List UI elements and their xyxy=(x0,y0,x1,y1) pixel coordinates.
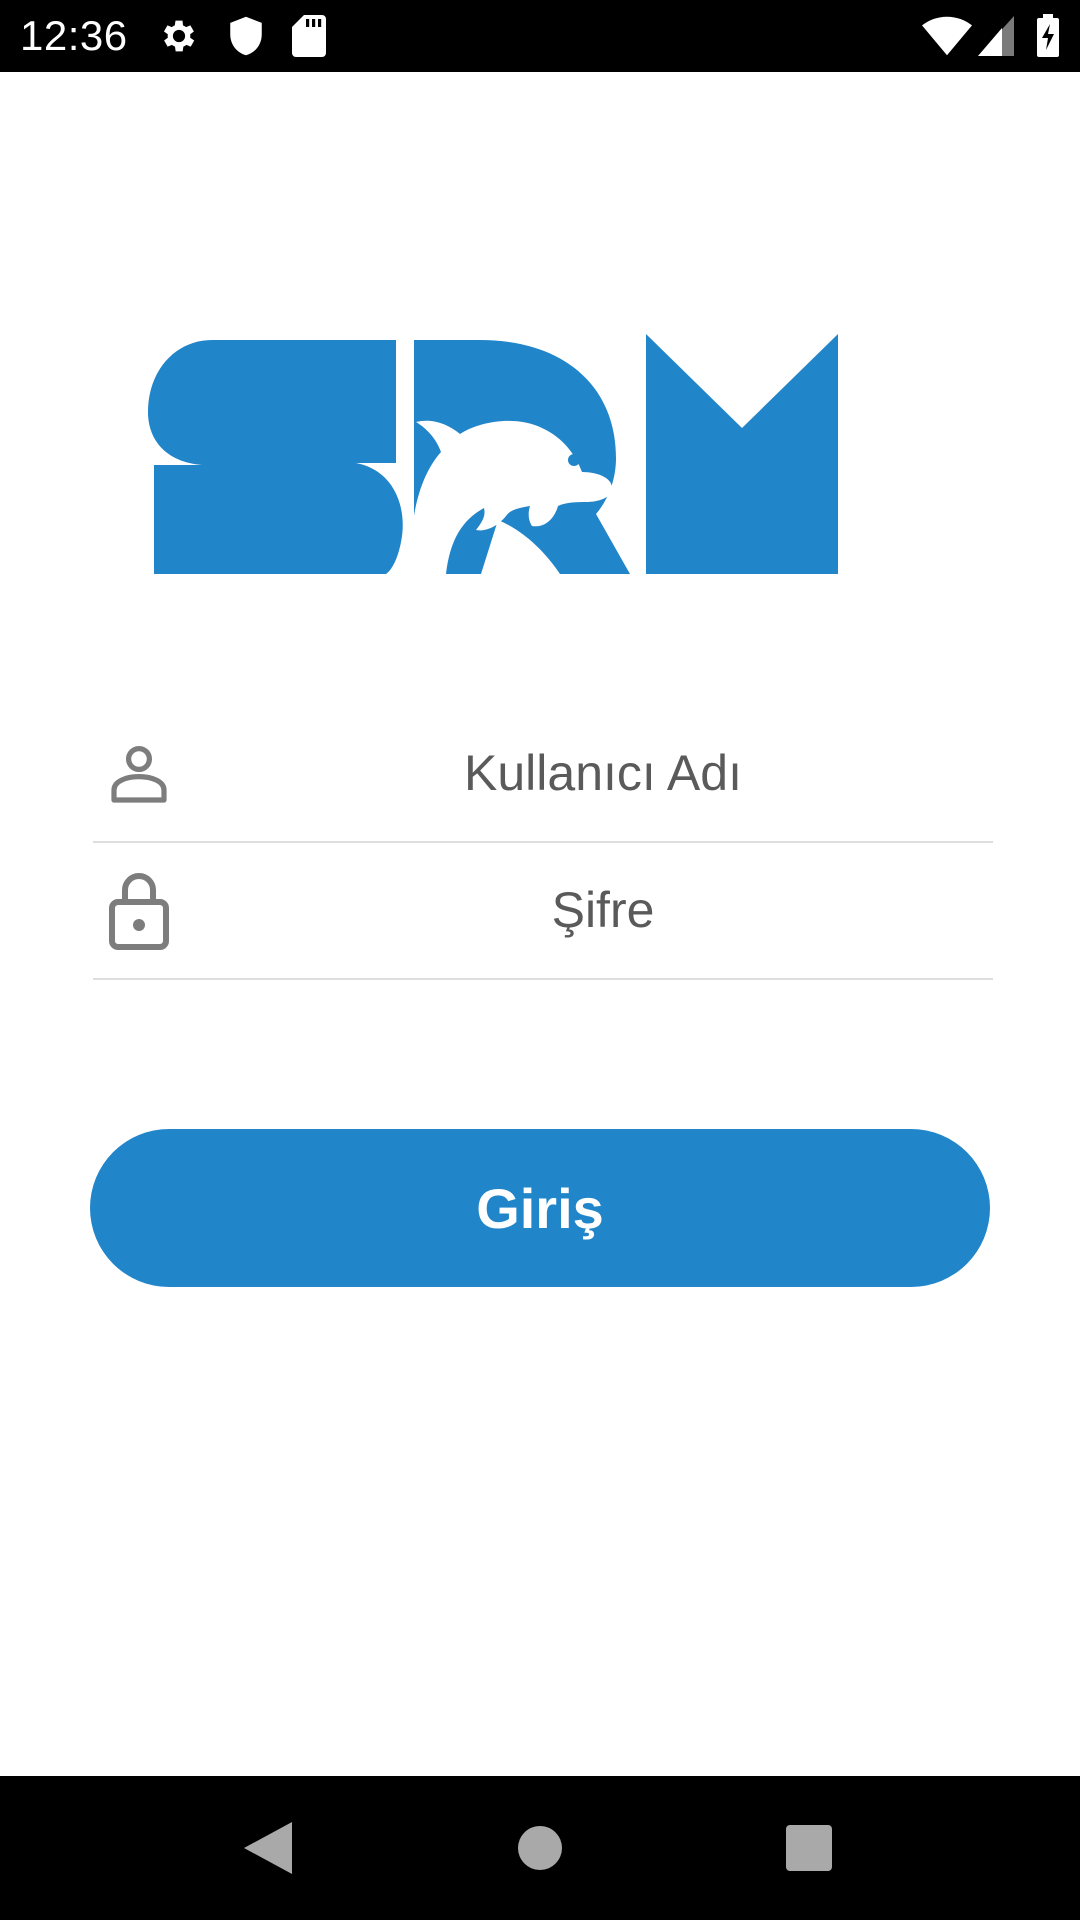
recents-icon[interactable] xyxy=(749,1776,869,1920)
login-button-label: Giriş xyxy=(476,1176,604,1240)
password-field[interactable]: Şifre xyxy=(93,842,993,980)
back-icon[interactable] xyxy=(208,1776,328,1920)
shield-icon xyxy=(226,0,266,72)
username-field[interactable]: Kullanıcı Adı xyxy=(93,705,993,843)
login-button[interactable]: Giriş xyxy=(90,1129,990,1287)
battery-charging-icon xyxy=(1036,0,1060,72)
password-input[interactable]: Şifre xyxy=(213,842,993,978)
srm-logo xyxy=(146,330,906,580)
sd-card-icon xyxy=(292,0,326,72)
home-icon[interactable] xyxy=(480,1776,600,1920)
status-bar: 12:36 xyxy=(0,0,1080,72)
wifi-icon xyxy=(922,0,972,72)
signal-icon xyxy=(978,0,1014,72)
status-time: 12:36 xyxy=(20,12,128,59)
nav-bar xyxy=(0,1776,1080,1920)
username-input[interactable]: Kullanıcı Adı xyxy=(213,705,993,841)
gear-icon xyxy=(158,0,200,72)
person-icon xyxy=(103,705,175,841)
lock-icon xyxy=(103,842,175,978)
